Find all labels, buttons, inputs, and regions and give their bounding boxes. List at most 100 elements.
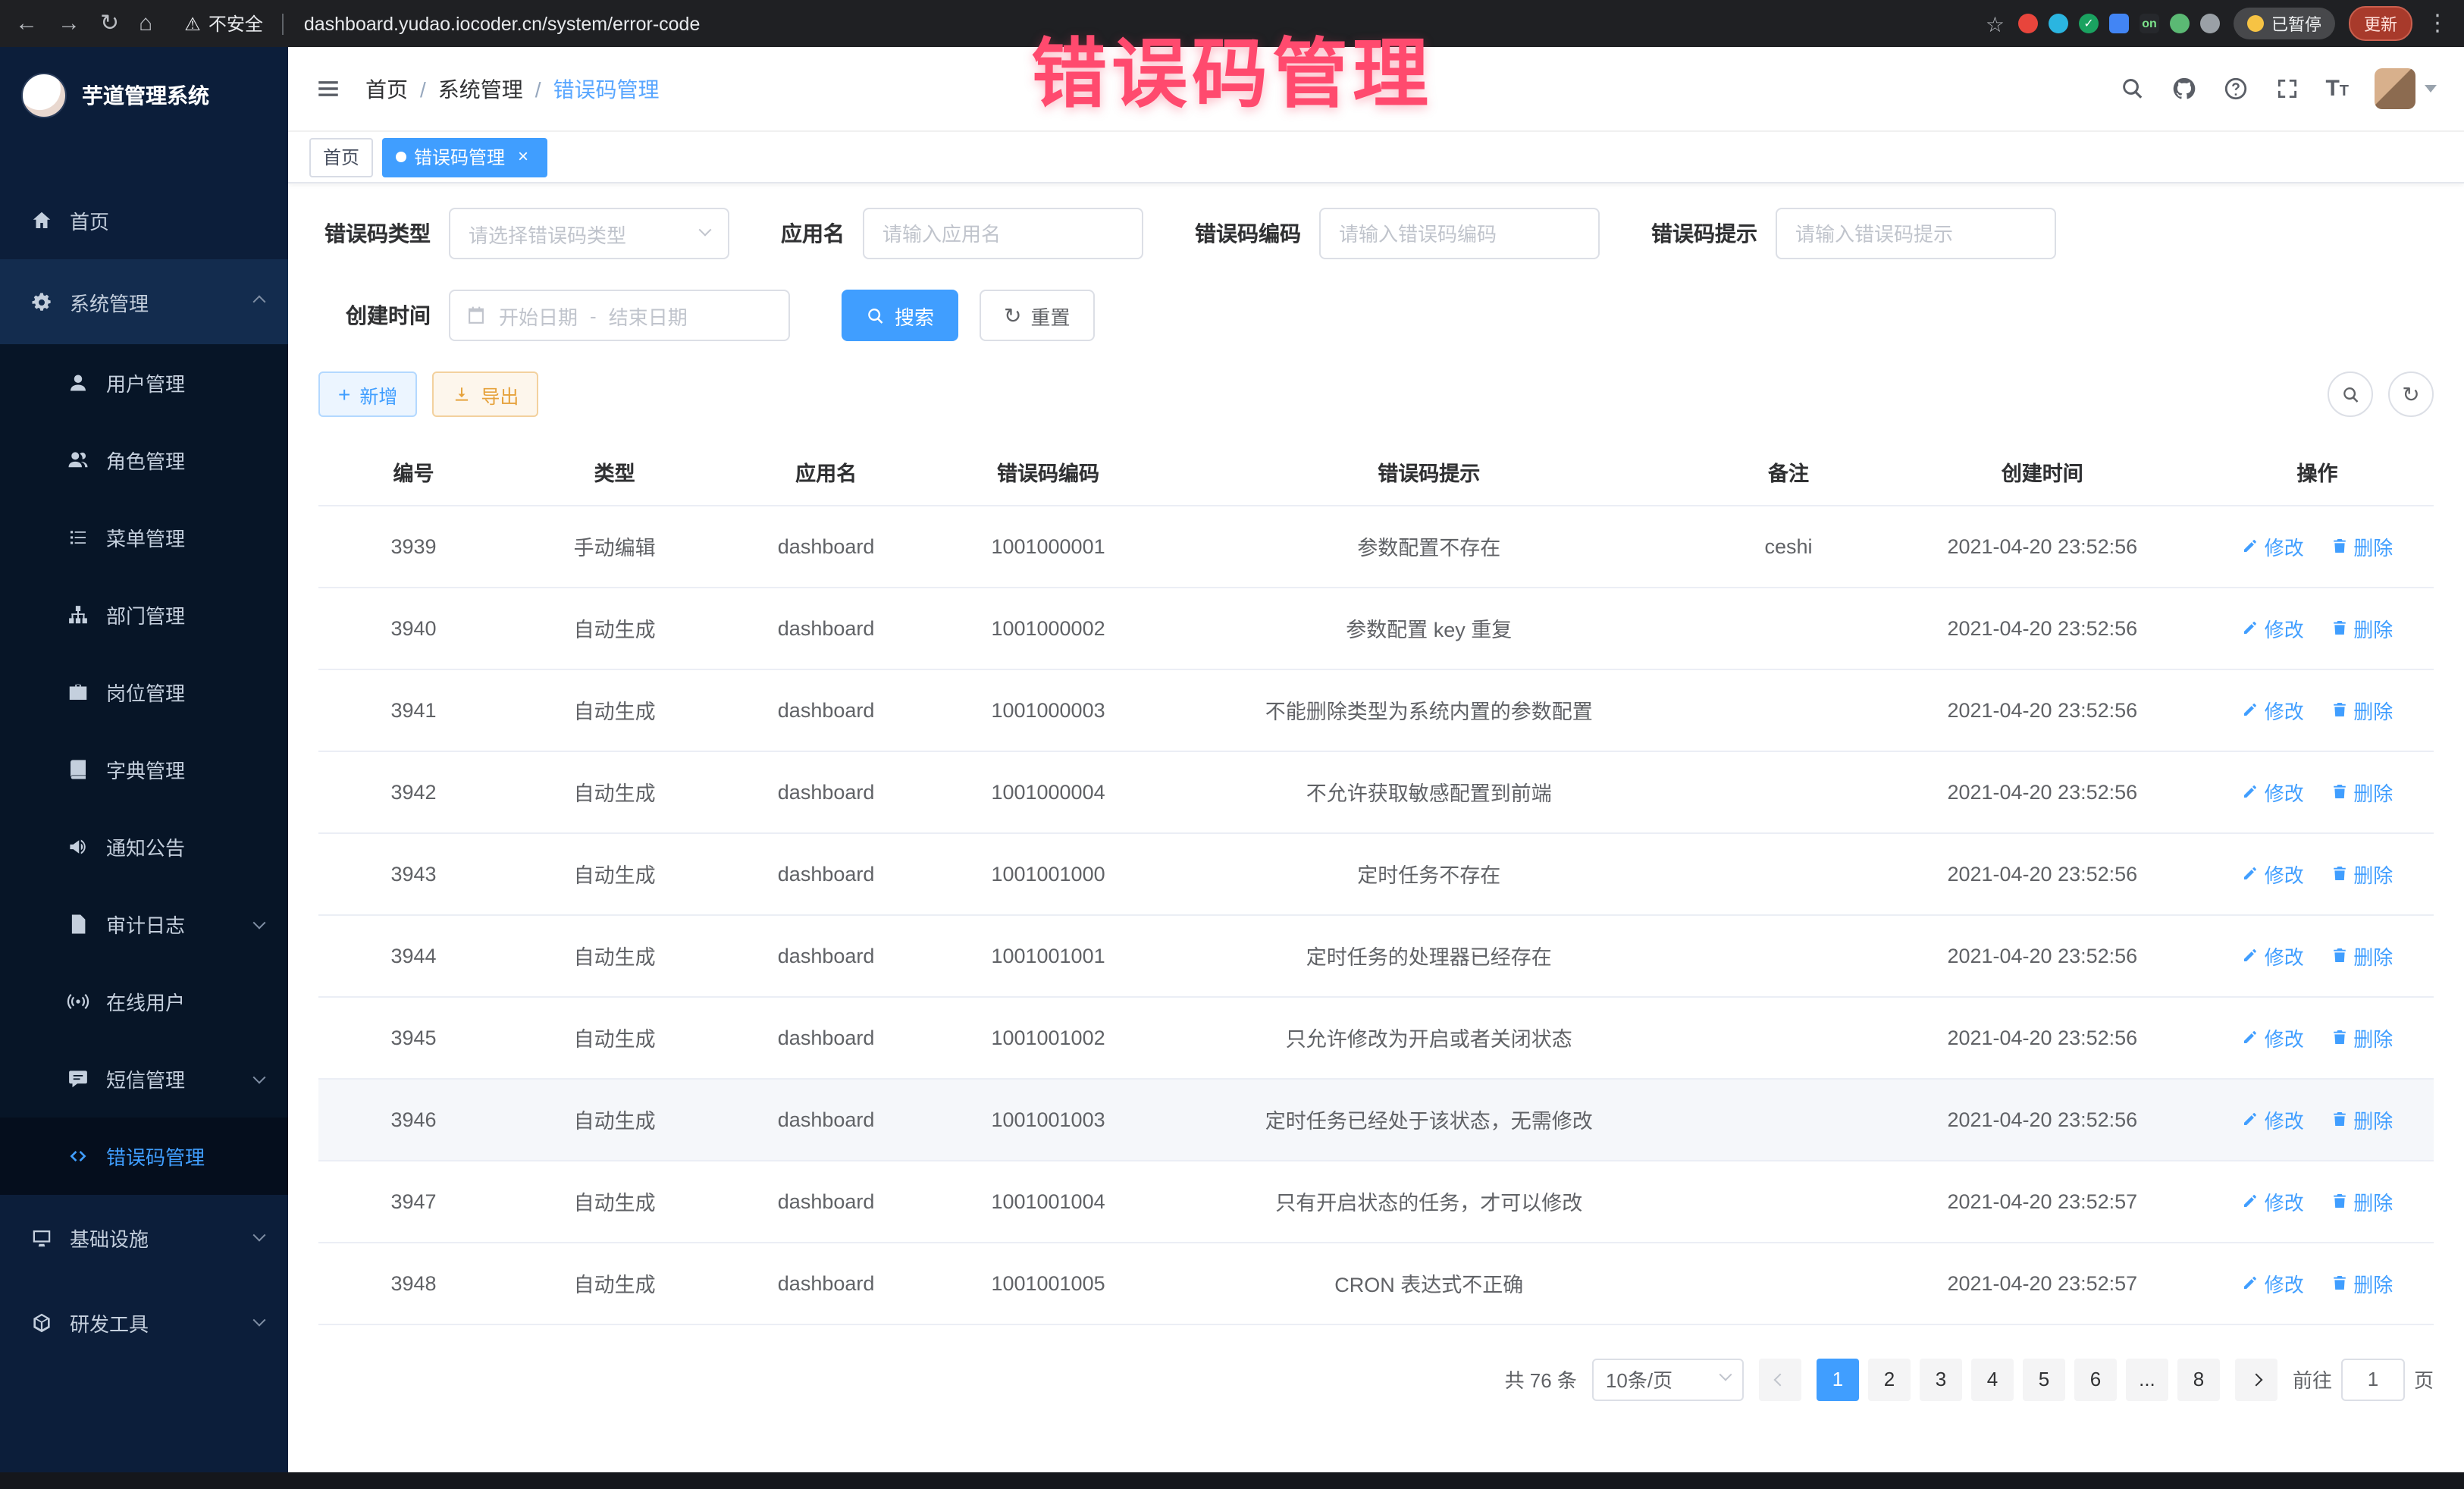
fullscreen-icon[interactable]: [2274, 76, 2299, 102]
search-icon[interactable]: [2119, 76, 2145, 102]
extension-green-icon[interactable]: [2170, 14, 2190, 33]
cell-app: dashboard: [720, 1078, 932, 1160]
sidebar-item-audit-log[interactable]: 审计日志: [0, 886, 288, 963]
update-button[interactable]: 更新: [2349, 6, 2412, 41]
edit-link[interactable]: 修改: [2242, 1023, 2304, 1052]
sidebar-item-system[interactable]: 系统管理: [0, 259, 288, 344]
help-icon[interactable]: [2222, 76, 2248, 102]
edit-link[interactable]: 修改: [2242, 941, 2304, 970]
url-divider: [283, 13, 284, 34]
sidebar-item-roles[interactable]: 角色管理: [0, 422, 288, 499]
extension-green-check-icon[interactable]: ✓: [2079, 14, 2099, 33]
pagination-page-5[interactable]: 5: [2023, 1358, 2065, 1400]
goto-page-input[interactable]: [2341, 1358, 2405, 1400]
extension-dark-on-icon[interactable]: on: [2140, 14, 2159, 33]
cell-app: dashboard: [720, 505, 932, 587]
breadcrumb-item-home[interactable]: 首页: [365, 74, 408, 104]
pagination-prev-button[interactable]: [1759, 1358, 1801, 1400]
sidebar-item-devtools[interactable]: 研发工具: [0, 1280, 288, 1365]
github-icon[interactable]: [2171, 76, 2196, 102]
tab-close-icon[interactable]: ×: [513, 146, 534, 168]
delete-link[interactable]: 删除: [2331, 1023, 2393, 1052]
extension-teal-icon[interactable]: [2049, 14, 2068, 33]
sidebar-item-dictionaries[interactable]: 字典管理: [0, 731, 288, 808]
kebab-menu-icon[interactable]: ⋮: [2426, 12, 2449, 35]
delete-link[interactable]: 删除: [2331, 941, 2393, 970]
pagination-page-4[interactable]: 4: [1971, 1358, 2014, 1400]
sidebar-item-users[interactable]: 用户管理: [0, 344, 288, 422]
page-size-select[interactable]: 10条/页: [1592, 1358, 1744, 1400]
refresh-table-button[interactable]: ↻: [2388, 371, 2434, 417]
forward-icon[interactable]: →: [58, 12, 80, 35]
app-name-input[interactable]: [863, 208, 1143, 259]
security-chip[interactable]: ⚠ 不安全: [184, 11, 263, 36]
cell-msg: 定时任务已经处于该状态，无需修改: [1165, 1078, 1694, 1160]
home-button-icon[interactable]: ⌂: [139, 12, 152, 35]
sidebar-item-error-code[interactable]: 错误码管理: [0, 1118, 288, 1195]
export-button[interactable]: 导出: [432, 371, 538, 417]
sidebar-item-online-users[interactable]: 在线用户: [0, 963, 288, 1040]
edit-link[interactable]: 修改: [2242, 1268, 2304, 1297]
sidebar-item-announcements[interactable]: 通知公告: [0, 808, 288, 886]
toggle-search-button[interactable]: [2328, 371, 2373, 417]
date-range-picker[interactable]: 开始日期 - 结束日期: [449, 290, 790, 341]
edit-link[interactable]: 修改: [2242, 531, 2304, 560]
delete-link[interactable]: 删除: [2331, 777, 2393, 806]
font-size-icon[interactable]: TT: [2325, 76, 2349, 102]
hamburger-icon[interactable]: [315, 76, 341, 102]
delete-link[interactable]: 删除: [2331, 613, 2393, 642]
pagination-page-3[interactable]: 3: [1920, 1358, 1962, 1400]
edit-link[interactable]: 修改: [2242, 613, 2304, 642]
pagination-page-2[interactable]: 2: [1868, 1358, 1911, 1400]
cell-remark: [1693, 669, 1883, 751]
pagination-page-1[interactable]: 1: [1817, 1358, 1859, 1400]
user-menu[interactable]: [2375, 68, 2437, 109]
cell-msg: 只有开启状态的任务，才可以修改: [1165, 1160, 1694, 1242]
goto-prefix: 前往: [2293, 1365, 2332, 1393]
error-code-input[interactable]: [1319, 208, 1600, 259]
bookmark-star-icon[interactable]: ☆: [1986, 13, 2005, 34]
paused-badge[interactable]: 已暂停: [2234, 8, 2335, 39]
add-button[interactable]: + 新增: [318, 371, 417, 417]
sidebar-item-sms[interactable]: 短信管理: [0, 1040, 288, 1118]
sidebar-item-posts[interactable]: 岗位管理: [0, 654, 288, 731]
reset-button[interactable]: ↻ 重置: [980, 290, 1095, 341]
sidebar-item-menus[interactable]: 菜单管理: [0, 499, 288, 576]
error-msg-input[interactable]: [1776, 208, 2056, 259]
delete-link[interactable]: 删除: [2331, 859, 2393, 888]
extension-pin-icon[interactable]: [2200, 14, 2220, 33]
tab-home[interactable]: 首页: [309, 137, 373, 177]
delete-link[interactable]: 删除: [2331, 531, 2393, 560]
sidebar-item-infrastructure[interactable]: 基础设施: [0, 1195, 288, 1280]
back-icon[interactable]: ←: [15, 12, 38, 35]
edit-link[interactable]: 修改: [2242, 777, 2304, 806]
search-button[interactable]: 搜索: [842, 290, 958, 341]
breadcrumb-item-system[interactable]: 系统管理: [438, 74, 523, 104]
extension-red-icon[interactable]: [2018, 14, 2038, 33]
url-text[interactable]: dashboard.yudao.iocoder.cn/system/error-…: [304, 13, 701, 34]
pagination-page-6[interactable]: 6: [2074, 1358, 2117, 1400]
edit-link[interactable]: 修改: [2242, 695, 2304, 724]
delete-link[interactable]: 删除: [2331, 1105, 2393, 1133]
refresh-icon: ↻: [2402, 384, 2419, 405]
extension-blue-icon[interactable]: [2109, 14, 2129, 33]
delete-link[interactable]: 删除: [2331, 1186, 2393, 1215]
pagination-next-button[interactable]: [2235, 1358, 2277, 1400]
pagination-more-button[interactable]: ...: [2126, 1358, 2168, 1400]
error-type-select[interactable]: 请选择错误码类型: [449, 208, 729, 259]
filter-group-code: 错误码编码: [1195, 208, 1600, 259]
edit-link[interactable]: 修改: [2242, 1186, 2304, 1215]
edit-link[interactable]: 修改: [2242, 859, 2304, 888]
tab-error-code[interactable]: 错误码管理 ×: [382, 137, 547, 177]
date-separator: -: [590, 304, 597, 327]
delete-link[interactable]: 删除: [2331, 695, 2393, 724]
reload-icon[interactable]: ↻: [100, 12, 119, 35]
system-submenu: 用户管理 角色管理 菜单管理 部门管理: [0, 344, 288, 1195]
edit-link[interactable]: 修改: [2242, 1105, 2304, 1133]
table-header-row: 编号 类型 应用名 错误码编码 错误码提示 备注 创建时间 操作: [318, 438, 2434, 505]
delete-link[interactable]: 删除: [2331, 1268, 2393, 1297]
sidebar-item-departments[interactable]: 部门管理: [0, 576, 288, 654]
app-body: 芋道管理系统 首页 系统管理 用户管理: [0, 47, 2464, 1474]
pagination-page-8[interactable]: 8: [2177, 1358, 2220, 1400]
sidebar-item-home[interactable]: 首页: [0, 180, 288, 259]
